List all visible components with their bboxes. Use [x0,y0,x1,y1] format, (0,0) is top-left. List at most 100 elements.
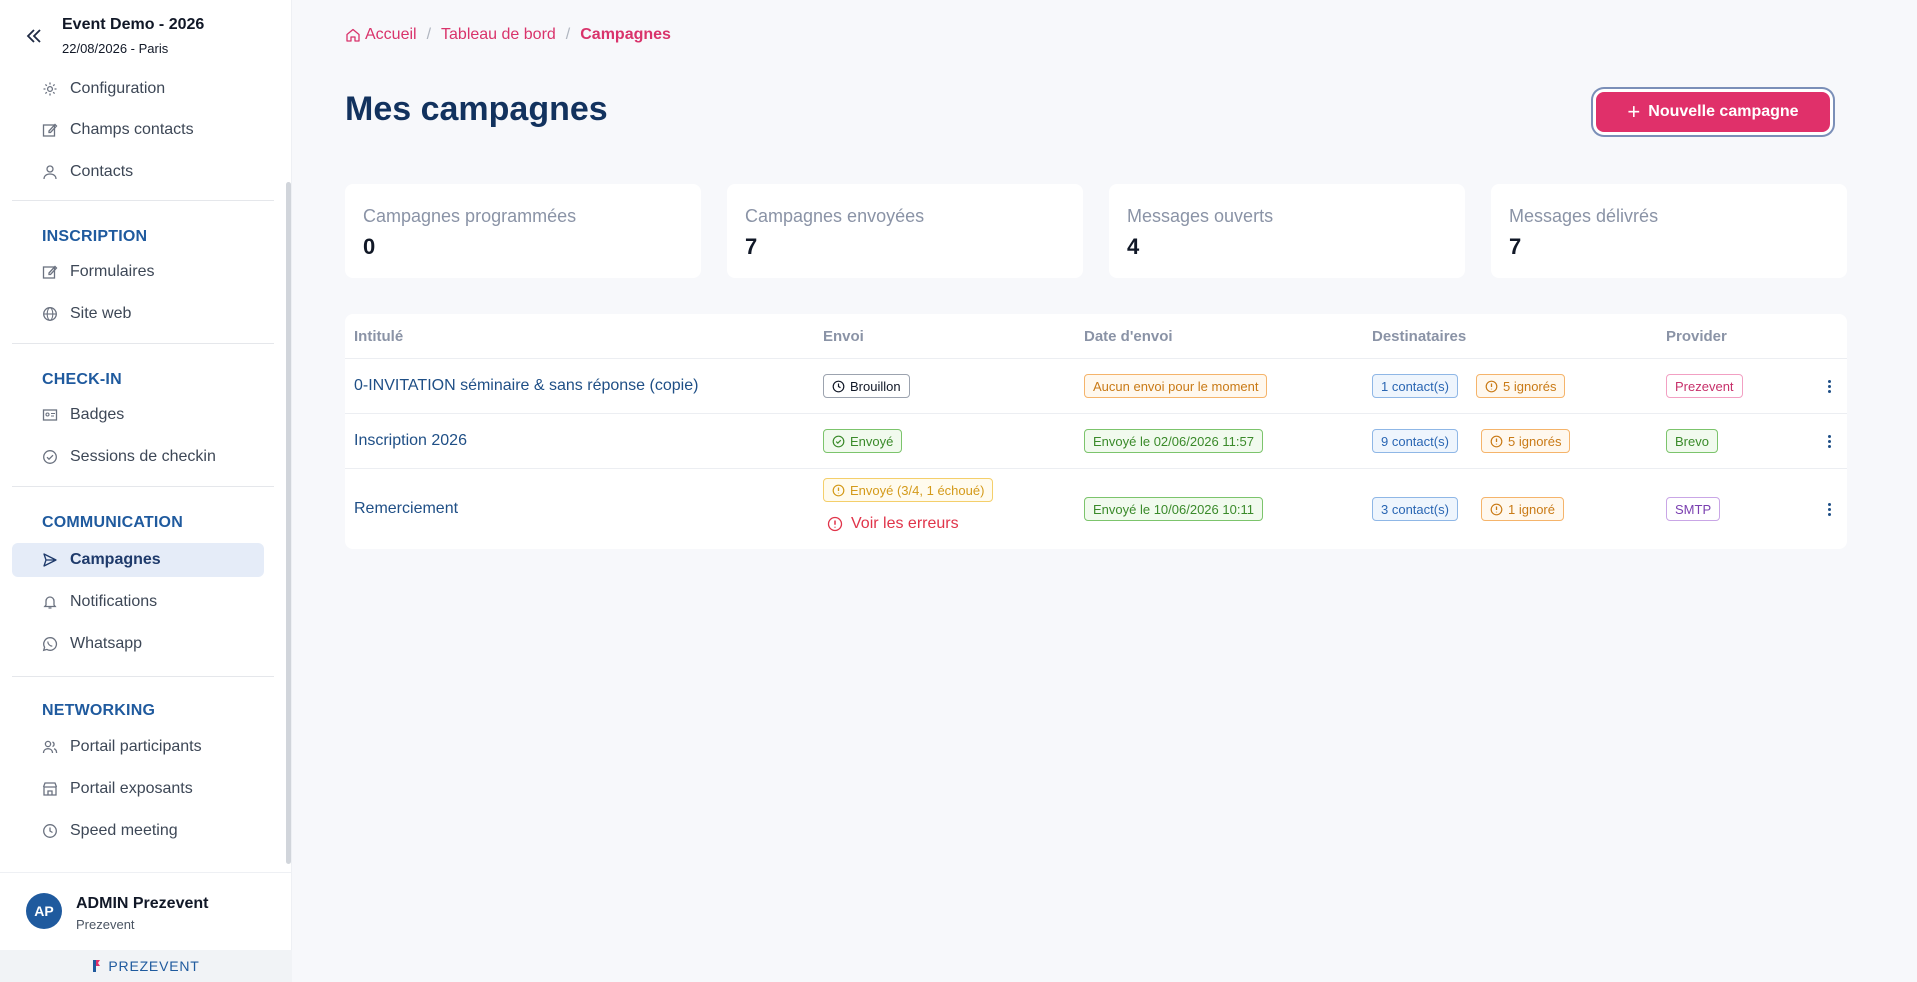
whatsapp-icon [42,636,58,652]
contacts-badge[interactable]: 3 contact(s) [1372,497,1458,521]
section-title-networking: NETWORKING [42,702,156,719]
avatar: AP [26,893,62,929]
column-header-provider: Provider [1666,328,1727,345]
new-campaign-label: Nouvelle campagne [1648,103,1799,120]
sidebar-item-whatsapp[interactable]: Whatsapp [12,627,264,661]
section-title-check-in: CHECK-IN [42,371,122,388]
campaign-title-link[interactable]: Remerciement [354,500,458,518]
sidebar-item-label: Badges [70,406,125,423]
contacts-badge[interactable]: 1 contact(s) [1372,374,1458,398]
error-icon [827,516,843,532]
section-title-inscription: INSCRIPTION [42,228,148,245]
event-date-location: 22/08/2026 - Paris [62,41,169,56]
edit-icon [42,122,58,138]
bell-icon [42,594,58,610]
stat-card-delivered: Messages délivrés 7 [1491,184,1847,278]
date-badge: Aucun envoi pour le moment [1084,374,1268,398]
edit-icon [42,264,58,280]
sidebar-item-label: Contacts [70,163,134,180]
user-icon [42,164,58,180]
user-profile[interactable]: AP ADMIN Prezevent Prezevent [0,872,292,950]
clock-icon [832,380,845,393]
sidebar-item-formulaires[interactable]: Formulaires [12,255,264,289]
ignored-label: 5 ignorés [1508,433,1562,449]
status-label: Brouillon [850,378,901,394]
stat-value: 4 [1127,234,1140,259]
provider-badge: Brevo [1666,429,1718,453]
view-errors-link[interactable]: Voir les erreurs [827,515,959,533]
sidebar-item-sessions-checkin[interactable]: Sessions de checkin [12,440,264,474]
ignored-badge[interactable]: 5 ignorés [1481,429,1571,453]
prezevent-logo-icon [93,960,101,972]
stat-label: Messages ouverts [1127,206,1274,226]
sidebar-item-badges[interactable]: Badges [12,398,264,432]
info-icon [832,484,845,497]
collapse-sidebar-icon[interactable] [24,26,44,46]
sidebar-item-label: Portail exposants [70,780,193,797]
sidebar-item-portail-exposants[interactable]: Portail exposants [12,772,264,806]
breadcrumb-separator: / [426,26,432,43]
sidebar-item-champs-contacts[interactable]: Champs contacts [12,113,264,147]
info-icon [1485,380,1498,393]
divider [12,486,274,487]
divider [12,200,274,201]
status-label: Envoyé [850,433,894,449]
status-label: Envoyé (3/4, 1 échoué) [850,482,985,498]
status-badge: Brouillon [823,374,910,398]
campaign-title-link[interactable]: 0-INVITATION séminaire & sans réponse (c… [354,377,698,395]
home-icon [346,28,360,42]
status-badge: Envoyé (3/4, 1 échoué) [823,478,994,502]
sidebar-item-campagnes[interactable]: Campagnes [12,543,264,577]
stat-card-sent: Campagnes envoyées 7 [727,184,1083,278]
brand-name: PREZEVENT [108,958,200,974]
column-header-title: Intitulé [354,328,404,345]
breadcrumb-dashboard[interactable]: Tableau de bord [441,26,556,44]
breadcrumb: Accueil / Tableau de bord / Campagnes [345,26,671,44]
column-header-date: Date d'envoi [1084,328,1173,345]
event-header: Event Demo - 2026 22/08/2026 - Paris [0,0,292,66]
gear-icon [42,81,58,97]
table-row[interactable]: Inscription 2026 Envoyé Envoyé le 02/06/… [345,413,1847,468]
sidebar-nav: Configuration Champs contacts Contacts I… [0,66,292,872]
ignored-label: 1 ignoré [1508,501,1555,517]
breadcrumb-current: Campagnes [580,26,671,43]
stat-value: 7 [1509,234,1522,259]
sidebar-item-configuration[interactable]: Configuration [12,72,264,106]
sidebar-item-contacts[interactable]: Contacts [12,155,264,189]
info-icon [1490,503,1503,516]
breadcrumb-home[interactable]: Accueil [345,26,417,44]
sidebar-item-portail-participants[interactable]: Portail participants [12,730,264,764]
sidebar-item-label: Notifications [70,593,158,610]
table-row[interactable]: 0-INVITATION séminaire & sans réponse (c… [345,358,1847,413]
table-row[interactable]: Remerciement Envoyé (3/4, 1 échoué) Voir… [345,468,1847,549]
campaigns-table: Intitulé Envoi Date d'envoi Destinataire… [345,314,1847,549]
sidebar-item-label: Champs contacts [70,121,194,138]
sidebar-item-notifications[interactable]: Notifications [12,585,264,619]
stat-label: Messages délivrés [1509,206,1659,226]
new-campaign-button[interactable]: + Nouvelle campagne [1596,92,1830,132]
ignored-badge[interactable]: 1 ignoré [1481,497,1564,521]
contacts-badge[interactable]: 9 contact(s) [1372,429,1458,453]
column-header-send: Envoi [823,328,864,345]
more-options-icon[interactable] [1819,499,1839,519]
breadcrumb-home-label: Accueil [365,26,417,43]
sidebar-item-site-web[interactable]: Site web [12,297,264,331]
sidebar-scrollbar[interactable] [286,182,291,864]
campaign-title-link[interactable]: Inscription 2026 [354,432,467,450]
date-badge: Envoyé le 02/06/2026 11:57 [1084,429,1263,453]
sidebar-item-label: Site web [70,305,132,322]
more-options-icon[interactable] [1819,431,1839,451]
status-badge: Envoyé [823,429,903,453]
breadcrumb-separator: / [565,26,571,43]
sidebar: Event Demo - 2026 22/08/2026 - Paris Con… [0,0,292,982]
divider [12,343,274,344]
sidebar-item-label: Whatsapp [70,635,143,652]
sidebar-item-speed-meeting[interactable]: Speed meeting [12,814,264,848]
ignored-badge[interactable]: 5 ignorés [1476,374,1566,398]
provider-badge: Prezevent [1666,374,1743,398]
more-options-icon[interactable] [1819,376,1839,396]
info-icon [1490,435,1503,448]
stat-label: Campagnes envoyées [745,206,925,226]
stat-value: 7 [745,234,758,259]
store-icon [42,781,58,797]
